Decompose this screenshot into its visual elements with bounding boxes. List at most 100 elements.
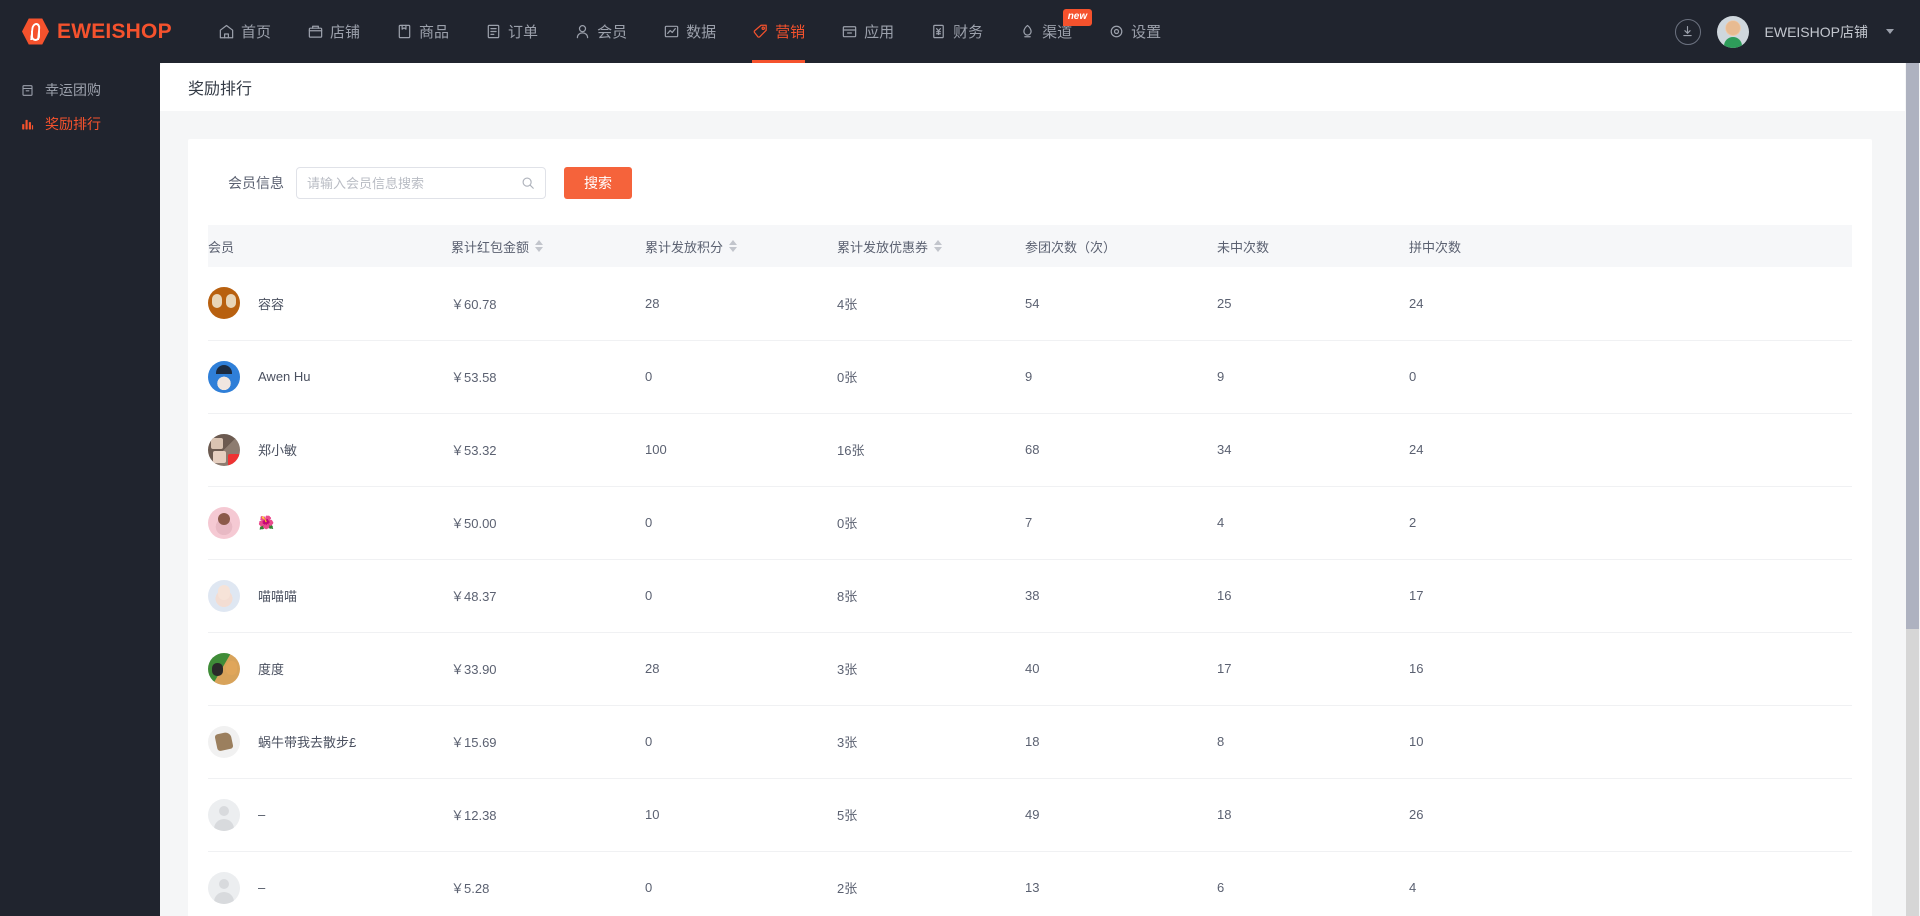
hit-count-cell: 0 [1409, 340, 1852, 414]
avatar[interactable] [1716, 15, 1749, 48]
chevron-down-icon[interactable] [1886, 29, 1894, 34]
brand-name: EWEISHOP [57, 19, 172, 43]
red-packet-amount-cell: ￥60.78 [451, 267, 645, 341]
red-packet-amount-cell: ￥15.69 [451, 705, 645, 779]
red-packet-amount-cell: ￥5.28 [451, 851, 645, 916]
nav-item-数据[interactable]: 数据 [645, 0, 734, 63]
search-input[interactable] [307, 175, 521, 191]
member-name: 蜗牛带我去散步£ [258, 735, 357, 750]
brand-logo[interactable]: EWEISHOP [0, 18, 200, 45]
member-cell: – [208, 778, 451, 852]
sidebar-item-幸运团购[interactable]: 幸运团购 [0, 73, 160, 107]
table-row[interactable]: 度度 ￥33.90 28 3张 40 17 16 [208, 632, 1852, 706]
home-icon [218, 23, 235, 40]
sort-toggle-icon[interactable] [729, 240, 738, 252]
search-button[interactable]: 搜索 [564, 167, 632, 199]
granted-coupons-cell: 8张 [837, 559, 1025, 633]
scrollbar-track-lower[interactable] [1906, 629, 1919, 916]
nav-item-营销[interactable]: 营销 [734, 0, 823, 63]
nav-item-label: 设置 [1131, 24, 1162, 41]
tag-icon [752, 23, 769, 40]
hit-count-cell: 24 [1409, 267, 1852, 341]
hit-count-cell: 24 [1409, 413, 1852, 487]
red-packet-amount-cell: ￥48.37 [451, 559, 645, 633]
table-row[interactable]: 🌺 ￥50.00 0 0张 7 4 2 [208, 486, 1852, 560]
sidebar-item-label: 奖励排行 [45, 116, 101, 132]
new-badge: new [1062, 9, 1093, 26]
nav-item-商品[interactable]: 商品 [378, 0, 467, 63]
scrollbar-thumb[interactable] [1906, 63, 1919, 629]
sidebar: 幸运团购 奖励排行 [0, 63, 160, 916]
nav-item-首页[interactable]: 首页 [200, 0, 289, 63]
nav-item-应用[interactable]: 应用 [823, 0, 912, 63]
granted-coupons-cell: 3张 [837, 705, 1025, 779]
hit-count-cell: 26 [1409, 778, 1852, 852]
table-row[interactable]: 郑小敏 ￥53.32 100 16张 68 34 24 [208, 413, 1852, 487]
hit-count-cell: 4 [1409, 851, 1852, 916]
granted-points-cell: 10 [645, 778, 837, 852]
search-icon[interactable] [521, 176, 535, 190]
sort-toggle-icon[interactable] [535, 240, 544, 252]
table-row[interactable]: – ￥5.28 0 2张 13 6 4 [208, 851, 1852, 916]
granted-coupons-cell: 0张 [837, 340, 1025, 414]
granted-coupons-cell: 0张 [837, 486, 1025, 560]
join-count-cell: 7 [1025, 486, 1217, 560]
table-row[interactable]: 蜗牛带我去散步£ ￥15.69 0 3张 18 8 10 [208, 705, 1852, 779]
table-row[interactable]: – ￥12.38 10 5张 49 18 26 [208, 778, 1852, 852]
member-cell: – [208, 851, 451, 916]
join-count-cell: 9 [1025, 340, 1217, 414]
table-row[interactable]: Awen Hu ￥53.58 0 0张 9 9 0 [208, 340, 1852, 414]
sidebar-item-label: 幸运团购 [45, 82, 101, 98]
download-icon[interactable] [1674, 18, 1701, 45]
column-header-1[interactable]: 累计红包金额 [451, 225, 645, 267]
avatar [208, 652, 240, 685]
search-field-wrapper[interactable] [296, 167, 546, 199]
table-row[interactable]: 容容 ￥60.78 28 4张 54 25 24 [208, 267, 1852, 341]
avatar [208, 433, 240, 466]
nav-item-label: 店铺 [330, 24, 361, 41]
granted-points-cell: 0 [645, 559, 837, 633]
nav-item-label: 商品 [419, 24, 450, 41]
avatar [208, 798, 240, 831]
red-packet-amount-cell: ￥53.32 [451, 413, 645, 487]
member-icon [574, 23, 591, 40]
table-body: 容容 ￥60.78 28 4张 54 25 24 Awen Hu ￥53.58 0 0张 9 9 0 郑小敏… [208, 267, 1852, 916]
table-row[interactable]: 喵喵喵 ￥48.37 0 8张 38 16 17 [208, 559, 1852, 633]
page-header: 奖励排行 [160, 63, 1920, 111]
granted-coupons-cell: 5张 [837, 778, 1025, 852]
nav-item-财务[interactable]: 财务 [912, 0, 1001, 63]
gear-icon [1108, 23, 1125, 40]
nav-item-渠道[interactable]: 渠道 new [1001, 0, 1093, 63]
member-cell: 喵喵喵 [208, 559, 451, 633]
member-info-label: 会员信息 [228, 175, 284, 191]
nav-item-订单[interactable]: 订单 [467, 0, 556, 63]
avatar [208, 360, 240, 393]
granted-points-cell: 0 [645, 705, 837, 779]
nav-item-会员[interactable]: 会员 [556, 0, 645, 63]
nav-item-label: 营销 [775, 24, 806, 41]
order-icon [485, 23, 502, 40]
chart-icon [663, 23, 680, 40]
nav-item-店铺[interactable]: 店铺 [289, 0, 378, 63]
join-count-cell: 68 [1025, 413, 1217, 487]
column-header-3[interactable]: 累计发放优惠券 [837, 225, 1025, 267]
avatar [208, 506, 240, 539]
nav-item-设置[interactable]: 设置 [1090, 0, 1179, 63]
sidebar-item-奖励排行[interactable]: 奖励排行 [0, 107, 160, 141]
member-name: – [258, 880, 266, 895]
nav-item-label: 数据 [686, 24, 717, 41]
table-header: 会员 累计红包金额 累计发放积分 累计发放优惠券 参团次数（次） 未中次数 拼中次数 [208, 225, 1852, 267]
avatar [208, 579, 240, 612]
top-navigation-bar: EWEISHOP 首页 店铺 商品 订单 会员 数据 营销 应用 财务 渠道 new 设置 EWEIS… [0, 0, 1920, 63]
granted-points-cell: 100 [645, 413, 837, 487]
member-name: 🌺 [258, 514, 275, 530]
shop-icon [307, 23, 324, 40]
hit-count-cell: 10 [1409, 705, 1852, 779]
miss-count-cell: 9 [1217, 340, 1409, 414]
member-name: – [258, 807, 266, 822]
column-header-2[interactable]: 累计发放积分 [645, 225, 837, 267]
sort-toggle-icon[interactable] [934, 240, 943, 252]
nav-item-label: 财务 [953, 24, 984, 41]
apps-icon [841, 23, 858, 40]
page-scrollbar[interactable] [1905, 63, 1920, 916]
